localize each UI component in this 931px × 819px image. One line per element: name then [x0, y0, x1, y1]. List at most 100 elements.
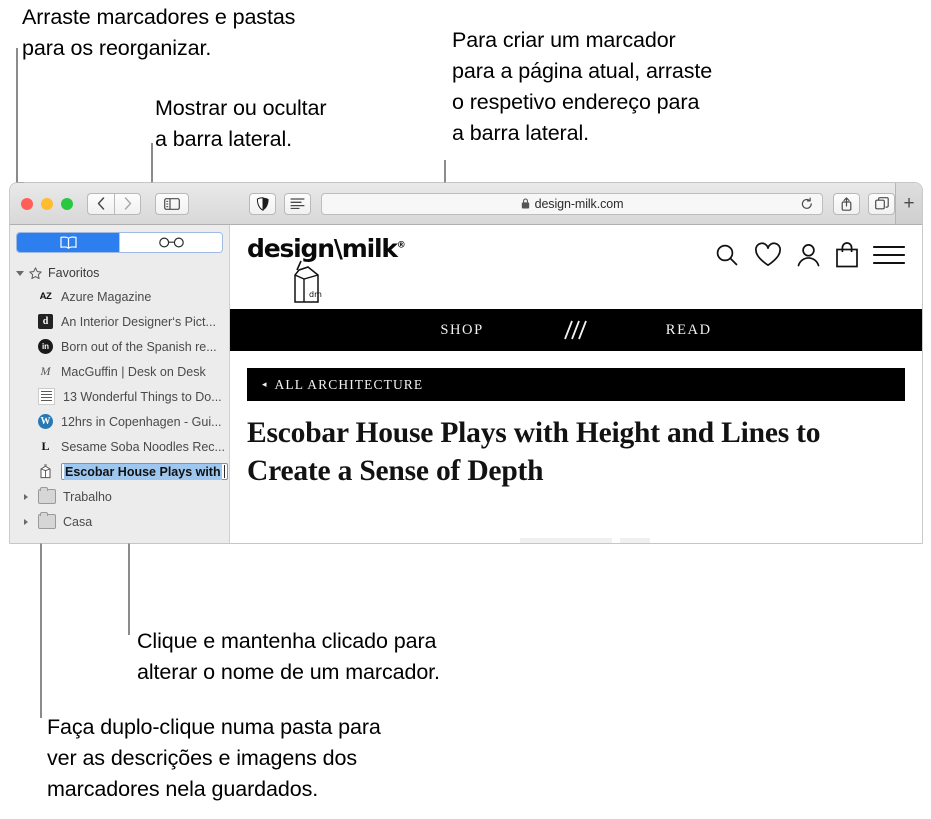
shield-icon [256, 196, 269, 211]
privacy-report-button[interactable] [249, 192, 276, 215]
search-icon[interactable] [714, 242, 740, 268]
disclosure-triangle-icon[interactable] [24, 493, 28, 500]
callout-create-bookmark: Para criar um marcador para a página atu… [452, 28, 713, 145]
folder-row-casa[interactable]: Casa [10, 509, 229, 534]
hamburger-menu-icon[interactable] [873, 244, 905, 266]
bookmark-row[interactable]: W 12hrs in Copenhagen - Gui... [10, 409, 229, 434]
tab-overview-icon [874, 197, 889, 210]
milk-carton-icon [40, 464, 51, 479]
navigation-buttons [87, 192, 141, 215]
callout-rename-bookmark: Clique e mantenha clicado para alterar o… [137, 629, 440, 684]
favicon-interior-design: in [38, 339, 53, 354]
folder-icon [38, 487, 56, 504]
folder-row-trabalho[interactable]: Trabalho [10, 484, 229, 509]
share-button[interactable] [833, 192, 860, 215]
window-traffic-lights [21, 197, 73, 210]
bookmark-name-selected-text: Escobar House Plays with [64, 463, 222, 480]
bookmark-row[interactable]: d An Interior Designer‘s Pict... [10, 309, 229, 334]
account-icon[interactable] [796, 242, 821, 268]
favicon-macguffin: M [40, 364, 51, 378]
bookmark-row[interactable]: in Born out of the Spanish re... [10, 334, 229, 359]
disclosure-triangle-icon[interactable] [24, 518, 28, 525]
shopping-bag-icon[interactable] [835, 241, 859, 268]
favicon-design-milk [38, 464, 53, 479]
nav-link-read[interactable]: READ [666, 322, 712, 339]
logo-slash: \ [333, 234, 343, 263]
placeholder-block [620, 538, 650, 543]
folder-label: Trabalho [63, 489, 112, 504]
safari-window: design-milk.com + Favoritos AZ Azure Mag… [10, 183, 922, 543]
site-header: design\milk® dm [230, 225, 922, 309]
window-body: Favoritos AZ Azure Magazine d An Interio… [10, 225, 922, 543]
leader-line-double-click-folder [40, 536, 42, 718]
logo-part2: milk [341, 234, 398, 263]
reload-button[interactable] [801, 197, 813, 210]
placeholder-block [520, 538, 612, 543]
sidebar-toggle-button[interactable] [155, 192, 189, 215]
segment-reading-list[interactable] [119, 233, 222, 252]
bookmark-row[interactable]: M MacGuffin | Desk on Desk [10, 359, 229, 384]
close-button[interactable] [21, 197, 33, 210]
callout-drag-bookmarks: Arraste marcadores e pastas para os reor… [22, 5, 296, 60]
favicon-wordpress: W [38, 414, 53, 429]
sidebar-section-favorites[interactable]: Favoritos [10, 262, 229, 284]
sidebar-section-label: Favoritos [48, 266, 100, 280]
bookmarks-sidebar: Favoritos AZ Azure Magazine d An Interio… [10, 225, 242, 543]
favicon-dezeen: d [38, 314, 53, 329]
chevron-left-icon [97, 197, 105, 210]
favicon-things-to-do [38, 388, 55, 405]
zoom-button[interactable] [61, 197, 73, 210]
bookmark-row[interactable]: 13 Wonderful Things to Do... [10, 384, 229, 409]
tab-overview-button[interactable] [868, 192, 895, 215]
web-page-content: design\milk® dm SHOP READ ◂ ALL ARCHITEC… [230, 225, 922, 543]
share-icon [841, 196, 852, 211]
minimize-button[interactable] [41, 197, 53, 210]
bookmark-label: Azure Magazine [61, 289, 152, 304]
article-headline: Escobar House Plays with Height and Line… [247, 417, 821, 487]
leader-line-drag-bookmarks [16, 48, 18, 183]
new-tab-button[interactable]: + [895, 183, 922, 224]
bookmark-label: 12hrs in Copenhagen - Gui... [61, 414, 222, 429]
folder-label: Casa [63, 514, 93, 529]
bookmark-label: Sesame Soba Noodles Rec... [61, 439, 225, 454]
disclosure-triangle-icon[interactable] [16, 270, 24, 276]
back-button[interactable] [87, 192, 114, 215]
forward-button[interactable] [114, 192, 141, 215]
segment-bookmarks[interactable] [17, 233, 119, 252]
text-caret [223, 465, 225, 478]
reader-lines-icon [290, 198, 305, 209]
reader-view-button[interactable] [284, 192, 311, 215]
sidebar-segmented-control [16, 232, 223, 253]
favicon-lucky-peach: L [41, 439, 50, 453]
bookmark-row[interactable]: L Sesame Soba Noodles Rec... [10, 434, 229, 459]
nav-link-shop[interactable]: SHOP [440, 322, 483, 339]
breadcrumb[interactable]: ◂ ALL ARCHITECTURE [247, 368, 905, 401]
folder-icon [38, 512, 56, 529]
callout-double-click-folder: Faça duplo-clique numa pasta para ver as… [47, 715, 381, 801]
heart-icon[interactable] [754, 241, 782, 268]
breadcrumb-label[interactable]: ALL ARCHITECTURE [275, 377, 424, 393]
milk-carton-illustration: dm [294, 260, 322, 303]
bookmark-row-editing[interactable]: Escobar House Plays with × [10, 459, 242, 484]
lock-icon [521, 198, 529, 209]
bookmark-name-input[interactable]: Escobar House Plays with [61, 463, 228, 480]
bookmark-label: MacGuffin | Desk on Desk [61, 364, 206, 379]
address-bar[interactable]: design-milk.com [321, 192, 823, 215]
bookmark-label: An Interior Designer‘s Pict... [61, 314, 216, 329]
site-logo[interactable]: design\milk® dm [247, 234, 406, 318]
bookmark-label: Born out of the Spanish re... [61, 339, 217, 354]
browser-toolbar: design-milk.com + [10, 183, 922, 225]
screenshot-root: Arraste marcadores e pastas para os reor… [0, 0, 931, 819]
glasses-icon [158, 237, 184, 248]
bookmark-row[interactable]: AZ Azure Magazine [10, 284, 229, 309]
favicon-azure-magazine: AZ [39, 291, 52, 302]
chevron-right-icon [124, 197, 131, 210]
breadcrumb-arrow-icon: ◂ [262, 379, 267, 389]
reload-icon [801, 197, 812, 209]
star-icon [29, 266, 42, 279]
sidebar-icon [164, 197, 180, 210]
bookmark-label: 13 Wonderful Things to Do... [63, 389, 222, 404]
logo-registered-mark: ® [396, 240, 406, 251]
book-icon [59, 236, 77, 249]
triple-slash-logo-icon[interactable] [558, 317, 592, 343]
